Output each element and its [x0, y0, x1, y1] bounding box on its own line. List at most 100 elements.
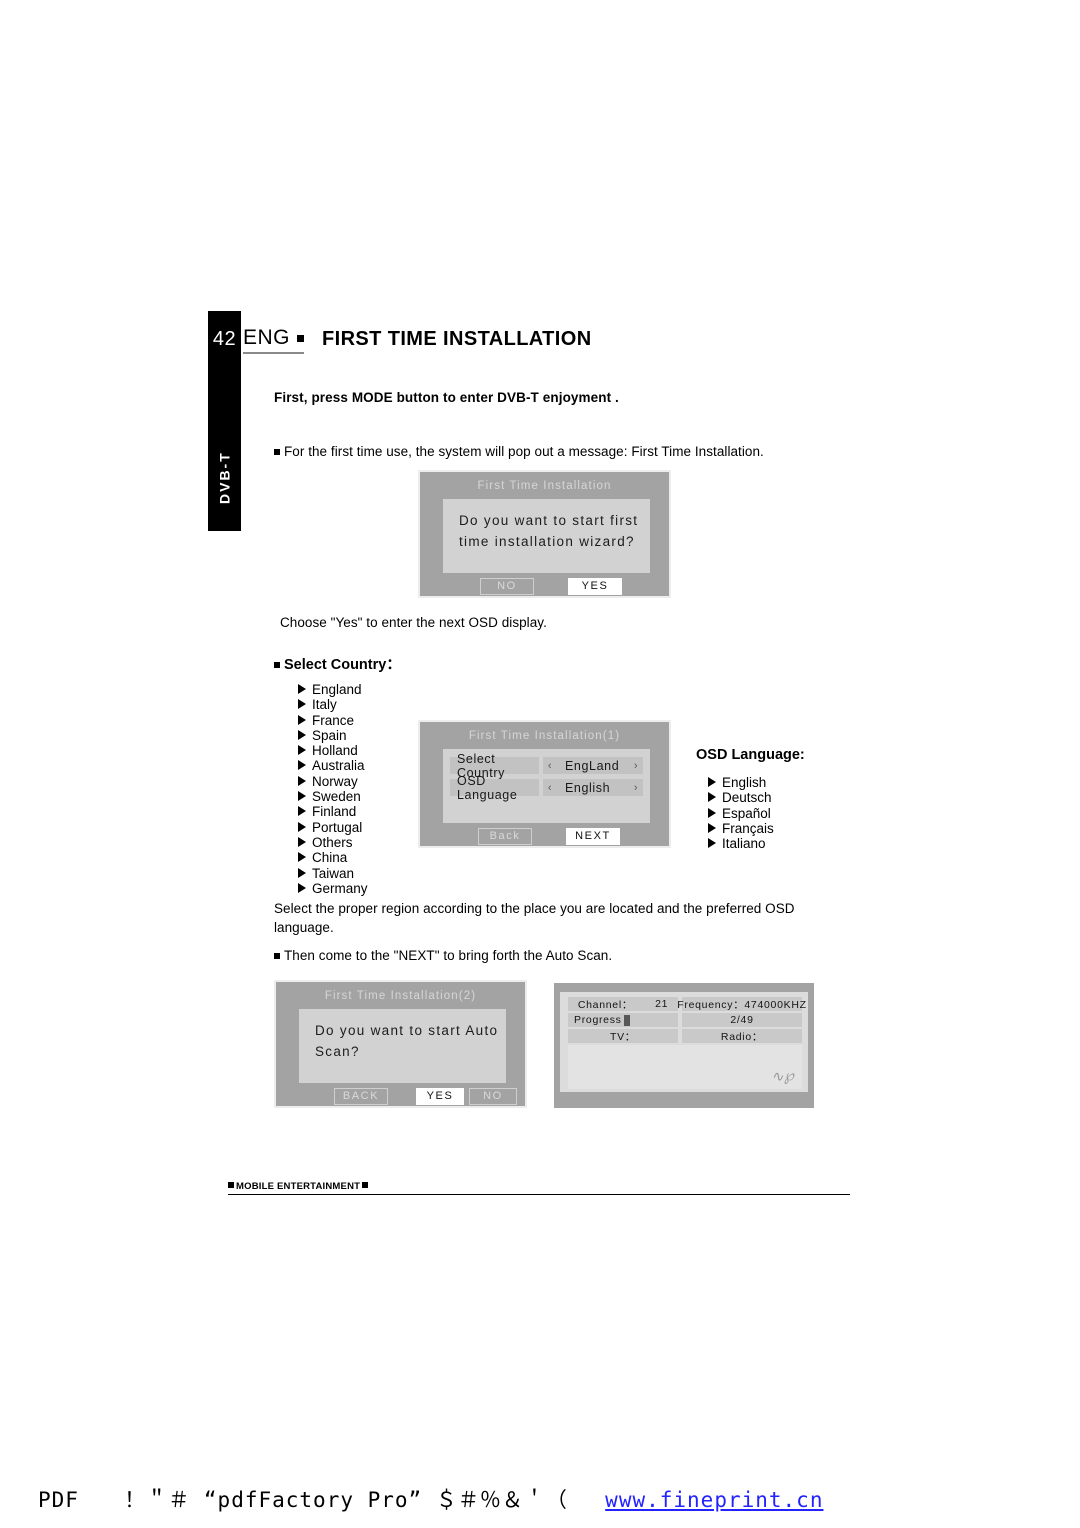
- triangle-right-icon: [298, 699, 306, 710]
- bullet-next-autoscan-text: Then come to the "NEXT" to bring forth t…: [284, 948, 613, 963]
- osd-settings-title: First Time Installation(1): [468, 730, 621, 742]
- triangle-right-icon: [298, 729, 306, 740]
- country-item-label: Spain: [312, 727, 347, 743]
- triangle-right-icon: [298, 791, 306, 802]
- lead-instruction: First, press MODE button to enter DVB-T …: [274, 390, 619, 405]
- language-item: English: [708, 775, 774, 790]
- triangle-right-icon: [708, 792, 716, 803]
- language-item-label: Deutsch: [722, 790, 772, 806]
- scan-status-panel: Channel： 21 Frequency：474000KHZ Progress…: [554, 983, 814, 1108]
- scan-channel-row: Channel： 21: [568, 997, 678, 1011]
- side-tab-label: DVB-T: [216, 451, 233, 505]
- country-item: Holland: [298, 743, 368, 758]
- country-item-label: Holland: [312, 743, 358, 759]
- osd-autoscan-yes-button[interactable]: YES: [416, 1088, 464, 1105]
- osd-settings-next-button[interactable]: NEXT: [566, 828, 620, 845]
- osd-wizard-message-line2: time installation wizard?: [459, 534, 635, 549]
- setting-label-osd-language: OSD Language: [450, 774, 539, 802]
- manual-page: 42 DVB-T ENG FIRST TIME INSTALLATION Fir…: [0, 0, 1080, 1528]
- osd-wizard-title: First Time Installation: [477, 480, 612, 492]
- header-square-icon: [297, 335, 305, 342]
- osd-dialog-wizard: First Time Installation Do you want to s…: [418, 470, 671, 598]
- chevron-left-icon[interactable]: ‹: [543, 782, 557, 794]
- watermark-glyphs-b: ＄＃％＆＇（: [435, 1488, 568, 1512]
- footer-square-icon-right: [362, 1182, 369, 1188]
- scan-radio-label: Radio：: [682, 1029, 802, 1043]
- osd-wizard-message: Do you want to start first time installa…: [459, 510, 638, 552]
- osd-autoscan-message: Do you want to start Auto Scan?: [315, 1020, 498, 1062]
- osd-wizard-no-button[interactable]: NO: [480, 578, 534, 595]
- country-item-label: Italy: [312, 697, 337, 713]
- country-item-label: Germany: [312, 880, 368, 896]
- chevron-right-icon[interactable]: ›: [629, 782, 643, 794]
- country-item: Portugal: [298, 820, 368, 835]
- osd-dialog-autoscan: First Time Installation(2) Do you want t…: [274, 980, 527, 1108]
- country-item: England: [298, 682, 368, 697]
- osd-autoscan-message-panel: Do you want to start Auto Scan?: [299, 1009, 506, 1083]
- osd-dialog-settings: First Time Installation(1) Select Countr…: [418, 720, 671, 848]
- bullet-square-icon: [274, 953, 280, 959]
- osd-autoscan-back-button[interactable]: BACK: [334, 1088, 388, 1105]
- country-item: Spain: [298, 728, 368, 743]
- osd-autoscan-message-line2: Scan?: [315, 1044, 360, 1059]
- language-item: Français: [708, 821, 774, 836]
- pdf-watermark: PDF ！＂＃ “pdfFactory Pro” ＄＃％＆＇（ www.fine…: [38, 1484, 823, 1514]
- watermark-product: “pdfFactory Pro”: [203, 1488, 423, 1512]
- language-item-label: Español: [722, 805, 771, 821]
- setting-label-select-country: Select Country: [450, 752, 539, 780]
- setting-value-select-country[interactable]: ‹ EngLand ›: [543, 757, 643, 774]
- triangle-right-icon: [298, 684, 306, 694]
- scan-watermark-icon: ∿℘: [770, 1067, 795, 1087]
- country-item: Others: [298, 835, 368, 850]
- watermark-prefix: PDF: [38, 1488, 79, 1512]
- triangle-right-icon: [708, 807, 716, 818]
- bullet-square-icon: [274, 662, 280, 668]
- watermark-glyphs-a: ！＂＃: [124, 1488, 191, 1512]
- setting-value-language-text: English: [565, 780, 611, 795]
- osd-settings-panel: Select Country ‹ EngLand › OSD Language …: [443, 749, 650, 823]
- country-item-label: China: [312, 850, 348, 866]
- triangle-right-icon: [298, 882, 306, 893]
- bullet-square-icon: [274, 449, 280, 455]
- scan-tv-label: TV：: [568, 1029, 678, 1043]
- watermark-url-link[interactable]: www.fineprint.cn: [605, 1488, 823, 1512]
- footer: MOBILE ENTERTAINMENT: [228, 1181, 369, 1192]
- choose-yes-note: Choose "Yes" to enter the next OSD displ…: [280, 615, 547, 630]
- osd-settings-back-button[interactable]: Back: [478, 828, 532, 845]
- country-item: France: [298, 713, 368, 728]
- scan-results-area: ∿℘: [568, 1045, 802, 1089]
- side-tab: 42 DVB-T: [208, 311, 241, 531]
- scan-progress-row: Progress: [568, 1013, 678, 1027]
- country-item-label: Sweden: [312, 789, 361, 805]
- language-item: Deutsch: [708, 790, 774, 805]
- osd-autoscan-no-button[interactable]: NO: [469, 1088, 517, 1105]
- region-note: Select the proper region according to th…: [274, 901, 795, 935]
- chevron-left-icon[interactable]: ‹: [543, 760, 557, 772]
- country-item: Germany: [298, 881, 368, 896]
- language-item: Español: [708, 806, 774, 821]
- osd-wizard-message-line1: Do you want to start first: [459, 513, 639, 528]
- scan-inner-frame: Channel： 21 Frequency：474000KHZ Progress…: [560, 992, 808, 1092]
- triangle-right-icon: [298, 852, 306, 863]
- select-country-heading: Select Country：: [274, 653, 401, 674]
- triangle-right-icon: [708, 838, 716, 849]
- triangle-right-icon: [298, 745, 306, 756]
- country-item-label: France: [312, 712, 355, 728]
- bullet-first-time-use: For the first time use, the system will …: [274, 444, 764, 459]
- triangle-right-icon: [298, 714, 306, 725]
- scan-channel-label: Channel：: [577, 998, 634, 1011]
- osd-wizard-yes-button[interactable]: YES: [568, 578, 622, 595]
- country-item: Italy: [298, 697, 368, 712]
- select-country-heading-text: Select Country：: [284, 657, 401, 673]
- scan-progress-value: 2/49: [682, 1013, 802, 1027]
- section-code-text: ENG: [243, 326, 291, 349]
- footer-text: MOBILE ENTERTAINMENT: [236, 1181, 361, 1192]
- footer-rule: [228, 1194, 850, 1195]
- osd-autoscan-title: First Time Installation(2): [324, 990, 477, 1002]
- setting-value-osd-language[interactable]: ‹ English ›: [543, 779, 643, 796]
- country-option-list: England Italy France Spain Holland Australia N…: [298, 682, 368, 896]
- triangle-right-icon: [708, 822, 716, 833]
- bullet-next-autoscan: Then come to the "NEXT" to bring forth t…: [274, 948, 612, 963]
- triangle-right-icon: [298, 821, 306, 832]
- chevron-right-icon[interactable]: ›: [629, 760, 643, 772]
